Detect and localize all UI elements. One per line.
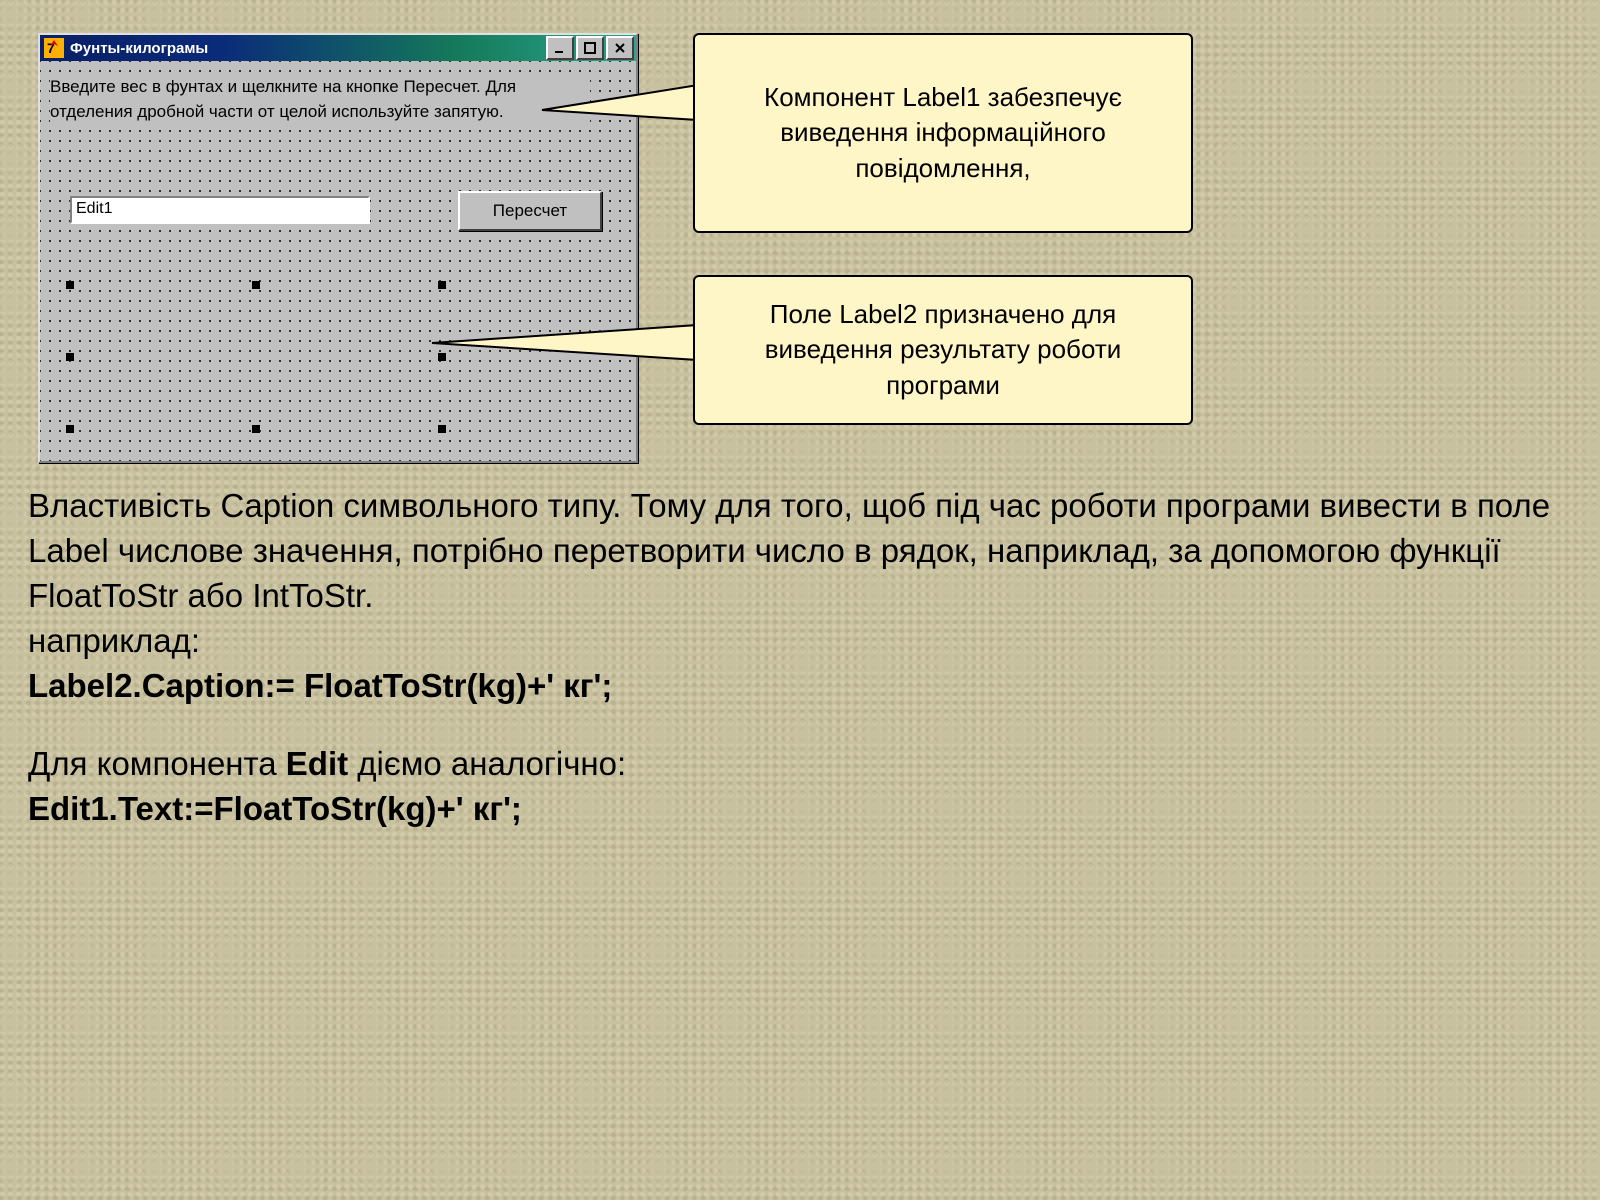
callout-pointer-icon: [540, 60, 700, 140]
recalculate-button[interactable]: Пересчет: [458, 191, 602, 231]
paragraph: Для компонента Edit діємо аналогічно:: [28, 742, 1572, 787]
callout-label2: Поле Label2 призначено для виведення рез…: [693, 275, 1193, 425]
code-line: Label2.Caption:= FloatToStr(kg)+' кг';: [28, 664, 1572, 709]
maximize-button[interactable]: [576, 36, 604, 60]
button-label: Пересчет: [493, 201, 567, 221]
callout-pointer-icon: [430, 305, 700, 385]
window-buttons: [544, 36, 636, 60]
text: Для компонента: [28, 745, 286, 782]
code-line: Edit1.Text:=FloatToStr(kg)+' кг';: [28, 787, 1572, 832]
selection-handle[interactable]: [66, 281, 74, 289]
window-title: Фунты-килограмы: [70, 40, 544, 57]
callout-text: Компонент Label1 забезпечує виведення ін…: [713, 80, 1173, 185]
selection-handle[interactable]: [252, 281, 260, 289]
selection-handle[interactable]: [438, 425, 446, 433]
paragraph: наприклад:: [28, 619, 1572, 664]
minimize-button[interactable]: [546, 36, 574, 60]
text-bold: Edit: [286, 745, 348, 782]
label1-component[interactable]: Введите вес в фунтах и щелкните на кнопк…: [50, 75, 590, 124]
selection-handle[interactable]: [66, 353, 74, 361]
callout-text: Поле Label2 призначено для виведення рез…: [713, 297, 1173, 402]
selection-handle[interactable]: [66, 425, 74, 433]
selection-handle[interactable]: [252, 425, 260, 433]
edit1-component[interactable]: Edit1: [70, 196, 370, 224]
titlebar[interactable]: 7 Фунты-килограмы: [40, 35, 636, 61]
callout-label1: Компонент Label1 забезпечує виведення ін…: [693, 33, 1193, 233]
selection-handle[interactable]: [438, 281, 446, 289]
close-button[interactable]: [606, 36, 634, 60]
text: діємо аналогічно:: [348, 745, 626, 782]
document-body-text: Властивість Caption символьного типу. То…: [28, 484, 1572, 832]
paragraph: Властивість Caption символьного типу. То…: [28, 484, 1572, 619]
delphi-icon: 7: [44, 38, 64, 58]
